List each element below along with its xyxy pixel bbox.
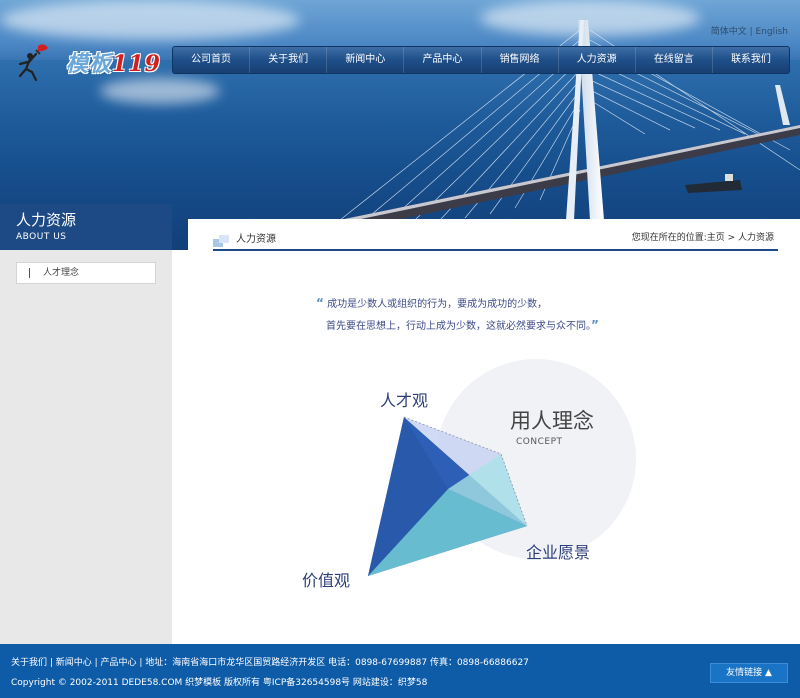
concept-diagram: 人才观 用人理念 CONCEPT 企业愿景 价值观 xyxy=(288,349,728,612)
friend-links-button[interactable]: 友情链接 ▲ xyxy=(710,663,788,683)
sidebar-item-label: 人才理念 xyxy=(43,268,80,278)
sidebar-title: 人力资源 xyxy=(16,211,77,229)
nav-about[interactable]: 关于我们 xyxy=(250,47,328,73)
label-values: 价值观 xyxy=(302,571,351,590)
sidebar-subtitle: ABOUT US xyxy=(16,232,67,242)
language-switcher: 简体中文 | English xyxy=(711,24,788,37)
section-square-icon xyxy=(213,235,229,247)
quote-open-mark: “ xyxy=(316,296,324,310)
quote-close-mark: ” xyxy=(591,318,599,332)
nav-message[interactable]: 在线留言 xyxy=(636,47,713,73)
footer-copyright: Copyright © 2002-2011 DEDE58.COM 织梦模板 版权… xyxy=(11,678,428,688)
nav-contact[interactable]: 联系我们 xyxy=(713,47,789,73)
footer: 关于我们 | 新闻中心 | 产品中心 | 地址：海南省海口市龙华区国贸路经济开发… xyxy=(0,644,800,698)
section-title: 人力资源 xyxy=(236,234,276,245)
nav-news[interactable]: 新闻中心 xyxy=(327,47,405,73)
label-concept-en: CONCEPT xyxy=(516,437,563,447)
section-header: 人力资源 您现在所在的位置:主页 > 人力资源 xyxy=(213,227,778,251)
quote-line-1: 成功是少数人或组织的行为，要成为成功的少数， xyxy=(327,299,548,310)
label-talent-view: 人才观 xyxy=(380,391,429,410)
lang-chinese-link[interactable]: 简体中文 xyxy=(711,27,747,37)
nav-sales-network[interactable]: 销售网络 xyxy=(482,47,559,73)
hr-quote: “ 成功是少数人或组织的行为，要成为成功的少数， 首先要在思想上，行动上成为少数… xyxy=(316,293,599,337)
sidebar-item-talent-concept[interactable]: 人才理念 xyxy=(16,262,156,284)
concept-triangle-graphic xyxy=(368,359,636,576)
lang-english-link[interactable]: English xyxy=(756,27,789,37)
logo-number: 119 xyxy=(112,51,161,77)
sidebar: 人力资源 ABOUT US 人才理念 xyxy=(0,204,172,644)
breadcrumb: 您现在所在的位置:主页 > 人力资源 xyxy=(631,233,774,243)
nav-products[interactable]: 产品中心 xyxy=(404,47,482,73)
sidebar-header: 人力资源 ABOUT US xyxy=(0,204,172,250)
nav-hr[interactable]: 人力资源 xyxy=(559,47,636,73)
logo-cn-text: 模板 xyxy=(66,51,113,77)
footer-info-line: 关于我们 | 新闻中心 | 产品中心 | 地址：海南省海口市龙华区国贸路经济开发… xyxy=(11,658,529,668)
main-content: 人力资源 您现在所在的位置:主页 > 人力资源 “ 成功是少数人或组织的行为，要… xyxy=(188,219,800,644)
nav-home[interactable]: 公司首页 xyxy=(173,47,251,73)
lang-separator: | xyxy=(749,27,753,37)
quote-line-2: 首先要在思想上，行动上成为少数，这就必然要求与众不同。 xyxy=(326,321,591,332)
runner-torch-icon xyxy=(18,44,48,82)
label-concept-cn: 用人理念 xyxy=(510,409,594,433)
logo-text: 模板119 xyxy=(66,46,161,78)
label-vision: 企业愿景 xyxy=(526,543,591,562)
site-logo[interactable]: 模板119 xyxy=(16,42,166,84)
main-nav: 公司首页 关于我们 新闻中心 产品中心 销售网络 人力资源 在线留言 联系我们 xyxy=(172,46,790,74)
